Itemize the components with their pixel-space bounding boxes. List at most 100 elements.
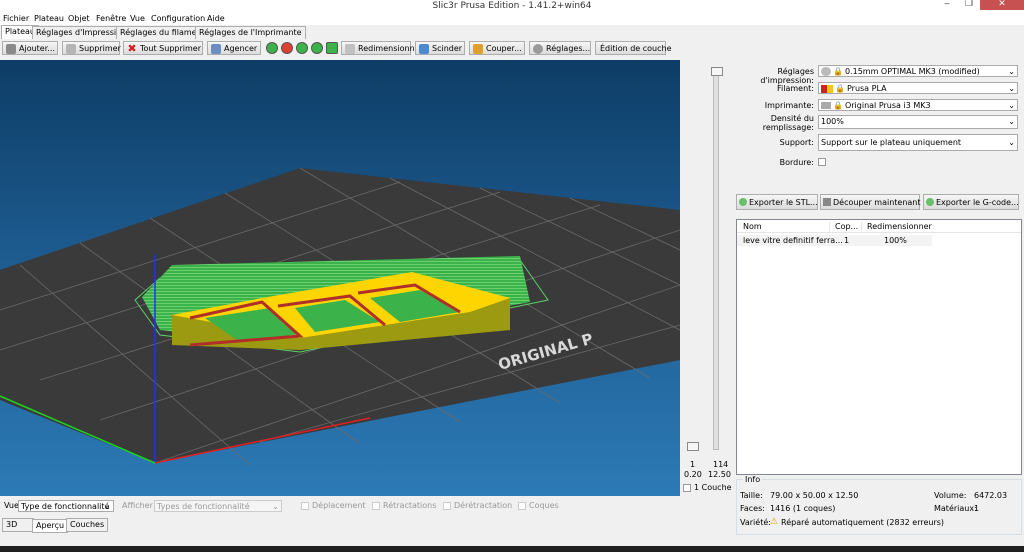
table-row[interactable]: leve vitre definitif ferra... 1 100% <box>737 235 932 246</box>
menu-vue[interactable]: Vue <box>130 12 145 25</box>
chevron-down-icon: ⌄ <box>1008 84 1015 93</box>
one-layer-label: 1 Couche <box>694 483 732 492</box>
chevron-down-icon: ⌄ <box>272 502 279 511</box>
chevron-down-icon: ⌄ <box>1008 138 1015 147</box>
faces-value: 1416 (1 coques) <box>770 504 836 513</box>
deretractions-checkbox[interactable] <box>443 502 451 510</box>
right-panel: Réglages d'impression: 🔒 0.15mm OPTIMAL M… <box>734 60 1024 540</box>
add-button[interactable]: Ajouter... <box>2 41 58 55</box>
menu-configuration[interactable]: Configuration <box>151 12 205 25</box>
manifold-label: Variété: <box>740 518 771 527</box>
info-title: Info <box>743 475 763 484</box>
chevron-down-icon: ⌄ <box>1008 117 1015 126</box>
infill-label: Densité du remplissage: <box>762 114 814 132</box>
tab-apercu[interactable]: Aperçu <box>32 519 69 533</box>
layer-slider-track[interactable] <box>713 68 719 450</box>
export-icon <box>739 198 747 206</box>
object-list[interactable]: Nom Cop... Redimensionner leve vitre def… <box>736 219 1022 475</box>
one-layer-checkbox[interactable] <box>683 484 691 492</box>
minimize-icon[interactable]: ‒ <box>936 0 958 10</box>
size-label: Taille: <box>740 491 763 500</box>
menu-plateau[interactable]: Plateau <box>34 12 64 25</box>
export-gcode-button[interactable]: Exporter le G-code... <box>923 194 1019 210</box>
support-combo[interactable]: Support sur le plateau uniquement ⌄ <box>818 134 1018 151</box>
add-icon <box>6 44 16 54</box>
top-layer-number: 114 <box>713 460 729 469</box>
shells-label: Coques <box>529 501 559 510</box>
bottom-layer-height: 0.20 <box>684 470 702 479</box>
delete-all-button[interactable]: ✖ Tout Supprimer <box>123 41 203 55</box>
title-bar: Slic3r Prusa Edition - 1.41.2+win64 ‒ ❐ … <box>0 0 1024 12</box>
resize-button[interactable]: Redimensionner... <box>341 41 430 55</box>
delete-button[interactable]: Supprimer <box>62 41 121 55</box>
printer-label: Imprimante: <box>764 101 814 110</box>
delete-all-icon: ✖ <box>127 42 137 55</box>
menu-fichier[interactable]: Fichier <box>3 12 29 25</box>
shells-checkbox[interactable] <box>518 502 526 510</box>
settings-button[interactable]: Réglages... <box>529 41 591 55</box>
retractions-checkbox[interactable] <box>372 502 380 510</box>
scene-canvas[interactable]: ORIGINAL P <box>0 60 680 496</box>
arrange-button[interactable]: Agencer <box>207 41 261 55</box>
split-button[interactable]: Scinder <box>415 41 465 55</box>
export-stl-button[interactable]: Exporter le STL... <box>736 194 818 210</box>
column-header-scale[interactable]: Redimensionner <box>867 222 932 231</box>
increase-instances-icon[interactable] <box>266 42 278 54</box>
printer-combo[interactable]: 🔒 Original Prusa i3 MK3 ⌄ <box>818 99 1018 111</box>
travel-checkbox[interactable] <box>301 502 309 510</box>
menu-aide[interactable]: Aide <box>207 12 225 25</box>
cut-icon <box>473 44 483 54</box>
warning-icon: ⚠ <box>770 517 779 527</box>
rotate-left-icon[interactable] <box>296 42 308 54</box>
lock-icon: 🔒 <box>835 84 845 93</box>
column-header-copies[interactable]: Cop... <box>835 222 858 231</box>
filament-color-icon <box>827 84 833 93</box>
infill-combo[interactable]: 100% ⌄ <box>818 115 1018 129</box>
view-type-select[interactable]: Type de fonctionnalité ⌄ <box>18 500 114 512</box>
arrange-icon <box>211 44 221 54</box>
rotate-right-icon[interactable] <box>311 42 323 54</box>
tab-couches[interactable]: Couches <box>66 518 109 532</box>
layer-slider-panel: 1 114 0.20 12.50 1 Couche <box>680 60 732 496</box>
print-settings-combo[interactable]: 🔒 0.15mm OPTIMAL MK3 (modified) ⌄ <box>818 65 1018 77</box>
close-icon[interactable]: ✕ <box>980 0 1024 10</box>
menu-fenetre[interactable]: Fenêtre <box>96 12 126 25</box>
3d-viewport[interactable]: ORIGINAL P <box>0 60 680 496</box>
resize-icon <box>345 44 355 54</box>
delete-icon <box>66 44 76 54</box>
slice-now-button[interactable]: Découper maintenant <box>820 194 921 210</box>
retractions-label: Rétractations <box>383 501 437 510</box>
brim-label: Bordure: <box>779 158 814 167</box>
deretractions-label: Dérétractation <box>454 501 513 510</box>
top-layer-thumb[interactable] <box>711 67 723 76</box>
info-panel: Info Taille: 79.00 x 50.00 x 12.50 Volum… <box>736 475 1022 535</box>
chevron-down-icon: ⌄ <box>1008 101 1015 110</box>
scale-icon[interactable] <box>326 42 338 54</box>
tab-3d[interactable]: 3D <box>2 518 34 532</box>
plater-toolbar: Ajouter... Supprimer ✖ Tout Supprimer Age… <box>0 40 1024 57</box>
object-list-header: Nom Cop... Redimensionner <box>737 220 1021 233</box>
column-header-name[interactable]: Nom <box>743 222 762 231</box>
cut-button[interactable]: Couper... <box>469 41 525 55</box>
gear-icon <box>533 44 543 54</box>
taskbar <box>0 546 1024 552</box>
object-name: leve vitre definitif ferra... <box>743 236 843 245</box>
filament-combo[interactable]: 🔒 Prusa PLA ⌄ <box>818 82 1018 94</box>
manifold-value: Réparé automatiquement (2832 erreurs) <box>781 518 945 527</box>
object-copies: 1 <box>844 236 850 245</box>
show-label: Afficher <box>122 501 153 510</box>
faces-label: Faces: <box>740 504 765 513</box>
maximize-icon[interactable]: ❐ <box>958 0 980 10</box>
slice-icon <box>823 198 831 206</box>
layer-edit-button[interactable]: Édition de couche <box>595 41 672 55</box>
brim-checkbox[interactable] <box>818 158 826 166</box>
decrease-instances-icon[interactable] <box>281 42 293 54</box>
tab-printer-settings[interactable]: Réglages de l'Imprimante <box>195 26 306 39</box>
window-title: Slic3r Prusa Edition - 1.41.2+win64 <box>432 1 592 11</box>
travel-label: Déplacement <box>312 501 366 510</box>
menu-objet[interactable]: Objet <box>68 12 90 25</box>
feature-types-select[interactable]: Types de fonctionnalité ⌄ <box>154 500 282 512</box>
bottom-layer-thumb[interactable] <box>687 442 699 451</box>
chevron-down-icon: ⌄ <box>1008 67 1015 76</box>
top-layer-height: 12.50 <box>708 470 731 479</box>
